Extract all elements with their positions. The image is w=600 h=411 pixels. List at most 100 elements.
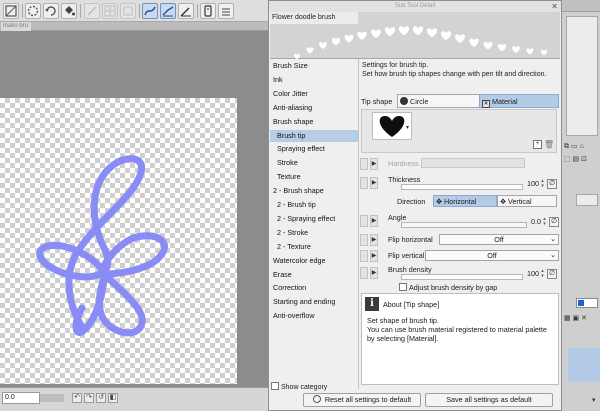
dialog-titlebar[interactable]: Sub Tool Detail ✕ [269, 1, 561, 12]
category-item[interactable]: Ink [270, 74, 358, 86]
pressure-icon[interactable]: ∅ [547, 269, 557, 279]
category-item[interactable]: Texture [270, 171, 358, 183]
tip-option-material[interactable]: ✕ Material [479, 94, 559, 108]
row-toggle[interactable] [360, 177, 368, 189]
selected-layer[interactable] [568, 348, 600, 382]
heart-stamp [469, 38, 479, 47]
view-menu-icon[interactable] [218, 3, 234, 19]
category-item[interactable]: Color Jitter [270, 88, 358, 100]
ruler-snap-icon[interactable] [120, 3, 136, 19]
category-item[interactable]: 2 - Brush shape [270, 185, 358, 197]
category-item[interactable]: Correction [270, 282, 358, 294]
trash-icon[interactable]: 🗑 [544, 140, 554, 149]
tablet-settings-icon[interactable] [200, 3, 216, 19]
category-item[interactable]: 2 - Stroke [270, 227, 358, 239]
category-item[interactable]: Stroke [270, 157, 358, 169]
add-tip-icon[interactable]: + [533, 140, 542, 149]
category-item[interactable]: 2 - Texture [270, 241, 358, 253]
pressure-icon[interactable]: ∅ [549, 217, 559, 227]
category-item[interactable]: Anti-aliasing [270, 102, 358, 114]
reset-rotation-icon[interactable]: ↺ [96, 393, 106, 403]
zoom-slider[interactable] [40, 394, 64, 402]
snap-off-icon[interactable] [84, 3, 100, 19]
expand-icon[interactable]: ▶ [370, 158, 378, 170]
expand-icon[interactable]: ▶ [370, 177, 378, 189]
spin-icon[interactable]: ▴ ▾ [540, 179, 545, 189]
panel-tools-icon[interactable]: ⧉ ▭ ⌂ [564, 142, 584, 151]
vertical-icon: ✥ [500, 197, 507, 206]
thickness-slider[interactable] [401, 184, 523, 190]
panel-layers-icon[interactable]: ⬚ ▤ ⊡ [564, 155, 587, 163]
rotate-right-icon[interactable]: ↷ [84, 393, 94, 403]
adjust-density-label: Adjust brush density by gap [409, 283, 498, 292]
tip-material-list[interactable]: ▾ + 🗑 [361, 109, 557, 153]
tip-menu-caret-icon[interactable]: ▾ [406, 124, 409, 131]
canvas-paper[interactable] [0, 98, 237, 384]
panel-color-select[interactable] [576, 298, 598, 308]
zoom-value-field[interactable]: 0.0 [2, 392, 40, 404]
thickness-value[interactable]: 100 [523, 179, 539, 189]
fill-bucket-icon[interactable] [61, 3, 77, 19]
flip-vertical-select[interactable]: Off ⌄ [425, 250, 559, 261]
category-item[interactable]: Brush tip [270, 129, 358, 142]
checkbox-icon[interactable] [271, 382, 279, 390]
vector-curve-icon[interactable] [160, 3, 176, 19]
tip-option-circle[interactable]: Circle [397, 94, 481, 108]
rotate-left-icon[interactable]: ↶ [72, 393, 82, 403]
heart-stamp [331, 37, 341, 46]
grid-snap-icon[interactable] [102, 3, 118, 19]
brush-density-slider[interactable] [401, 274, 523, 280]
category-item[interactable]: 2 - Brush tip [270, 199, 358, 211]
category-item[interactable]: Watercolor edge [270, 255, 358, 267]
category-item[interactable]: Starting and ending [270, 296, 358, 308]
flip-view-icon[interactable]: ◧ [108, 393, 118, 403]
direction-vertical-label: Vertical [508, 197, 532, 206]
flip-horizontal-select[interactable]: Off ⌄ [439, 234, 559, 245]
pen-pressure-icon[interactable] [178, 3, 194, 19]
spin-icon[interactable]: ▴ ▾ [540, 269, 545, 279]
row-toggle[interactable] [360, 250, 368, 262]
close-icon[interactable]: ✕ [551, 1, 558, 12]
row-toggle[interactable] [360, 158, 368, 170]
panel-scroll-icon[interactable]: ▾ [592, 396, 596, 404]
transform-tool-button[interactable] [3, 3, 19, 19]
undo-icon[interactable] [43, 3, 59, 19]
row-toggle[interactable] [360, 267, 368, 279]
angle-value[interactable]: 0.0 [527, 217, 541, 227]
expand-icon[interactable]: ▶ [370, 215, 378, 227]
category-item[interactable]: Anti-overflow [270, 310, 358, 322]
expand-icon[interactable]: ▶ [370, 234, 378, 246]
sub-tool-detail-dialog: Sub Tool Detail ✕ Flower doodle brush Br… [268, 0, 562, 411]
save-all-button[interactable]: Save all settings as default [425, 393, 553, 407]
direction-vertical[interactable]: ✥ Vertical [497, 195, 557, 207]
brush-density-value[interactable]: 100 [523, 269, 539, 279]
category-item[interactable]: Brush Size [270, 60, 358, 72]
heart-stamp [526, 48, 534, 55]
expand-icon[interactable]: ▶ [370, 250, 378, 262]
show-category-checkbox[interactable]: Show category [271, 382, 327, 393]
row-toggle[interactable] [360, 234, 368, 246]
panel-layer-buttons-icon[interactable]: ▦ ▣ ✕ [564, 314, 587, 322]
checkbox-icon[interactable] [399, 283, 407, 291]
reset-all-button[interactable]: Reset all settings to default [303, 393, 421, 407]
spin-icon[interactable]: ▴ ▾ [542, 217, 547, 227]
category-list: Brush Size Ink Color Jitter Anti-aliasing Br… [270, 59, 359, 389]
angle-slider[interactable] [401, 222, 527, 228]
show-category-label: Show category [281, 384, 328, 391]
category-item[interactable]: 2 - Spraying effect [270, 213, 358, 225]
category-item[interactable]: Brush shape [270, 116, 358, 128]
category-item[interactable]: Erase [270, 269, 358, 281]
heart-stamp [512, 46, 520, 54]
stabilizer-curve-icon[interactable] [142, 3, 158, 19]
document-tab[interactable]: mako bru [1, 22, 31, 31]
direction-horizontal[interactable]: ✥ Horizontal [433, 195, 497, 207]
category-item[interactable]: Spraying effect [270, 143, 358, 155]
expand-icon[interactable]: ▶ [370, 267, 378, 279]
pressure-icon[interactable]: ∅ [547, 179, 557, 189]
row-toggle[interactable] [360, 215, 368, 227]
panel-dropdown[interactable] [576, 194, 598, 206]
flip-vertical-row: ▶ Flip vertical Off ⌄ [359, 249, 561, 263]
adjust-density-checkbox[interactable]: Adjust brush density by gap [399, 283, 497, 293]
loading-icon[interactable] [25, 3, 41, 19]
canvas-area[interactable] [0, 31, 268, 387]
